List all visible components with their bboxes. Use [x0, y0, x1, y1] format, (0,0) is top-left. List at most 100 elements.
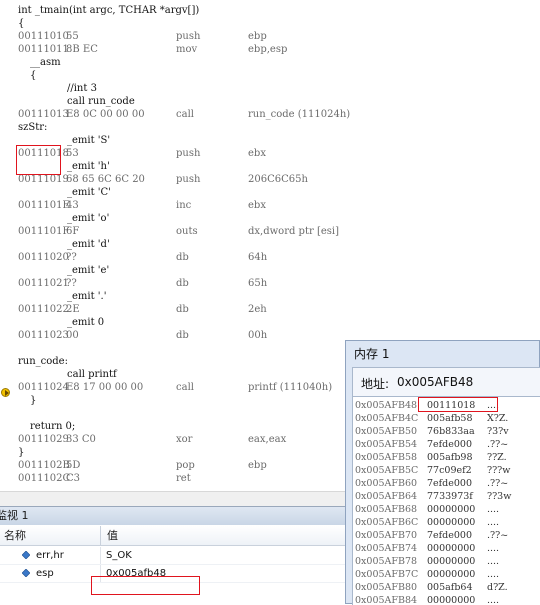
source-text: _emit 0: [67, 317, 105, 328]
memory-row-ascii: ???w: [487, 465, 511, 476]
watch-row[interactable]: err,hr S_OK: [0, 547, 345, 565]
watch-variable-icon: [22, 569, 30, 577]
memory-row-address: 0x005AFB74: [355, 543, 418, 554]
instruction-bytes: 33 C0: [66, 434, 96, 445]
instruction-address: 0011102B: [18, 460, 70, 471]
source-text: int _tmain(int argc, TCHAR *argv[]): [18, 5, 200, 16]
memory-row-address: 0x005AFB54: [355, 439, 418, 450]
instruction-bytes: 55: [66, 31, 79, 42]
memory-row[interactable]: 0x005AFB64 7733973f ??3w: [353, 490, 540, 503]
disasm-instruction-line: 00111022 2E db 2eh: [0, 303, 540, 316]
instruction-operands: 65h: [248, 278, 268, 289]
memory-row-address: 0x005AFB64: [355, 491, 418, 502]
source-text: _emit 'C': [67, 187, 111, 198]
disasm-source-line: //int 3: [0, 82, 540, 95]
memory-row-value: 005afb58: [427, 413, 473, 424]
memory-row-address: 0x005AFB78: [355, 556, 418, 567]
disasm-source-line: szStr:: [0, 121, 540, 134]
watch-col-name[interactable]: 名称: [4, 526, 26, 545]
instruction-bytes: ??: [66, 278, 77, 289]
memory-row[interactable]: 0x005AFB7C 00000000....: [353, 568, 540, 581]
memory-row-address: 0x005AFB7C: [355, 569, 419, 580]
memory-row[interactable]: 0x005AFB5C 77c09ef2 ???w: [353, 464, 540, 477]
source-text: {: [18, 18, 25, 29]
column-divider[interactable]: [100, 526, 101, 545]
memory-row[interactable]: 0x005AFB50 76b833aa ?3?v: [353, 425, 540, 438]
source-text: }: [18, 447, 25, 458]
disasm-source-line: _emit 'S': [0, 134, 540, 147]
memory-address-input[interactable]: 0x005AFB48: [397, 375, 473, 389]
instruction-mnemonic: db: [176, 278, 189, 289]
instruction-mnemonic: db: [176, 330, 189, 341]
memory-title[interactable]: 内存 1: [354, 345, 389, 362]
watch-column-header: 名称 值: [0, 526, 345, 546]
source-text: call run_code: [67, 96, 135, 107]
watch-title-bar[interactable]: 监视 1: [0, 507, 345, 525]
memory-row-value: 00000000: [427, 504, 476, 515]
disasm-instruction-line: 00111018 53 push ebx: [0, 147, 540, 160]
instruction-address: 0011101E: [18, 200, 70, 211]
memory-row-ascii: ....: [487, 595, 500, 605]
instruction-mnemonic: inc: [176, 200, 192, 211]
memory-row-value: 77c09ef2: [427, 465, 472, 476]
memory-row[interactable]: 0x005AFB74 00000000....: [353, 542, 540, 555]
instruction-operands: ebp,esp: [248, 44, 288, 55]
memory-row[interactable]: 0x005AFB80 005afb64 d?Z.: [353, 581, 540, 594]
instruction-operands: 206C6C65h: [248, 174, 308, 185]
disasm-instruction-line: 00111013 E8 0C 00 00 00 call run_code (1110…: [0, 108, 540, 121]
instruction-mnemonic: call: [176, 109, 194, 120]
source-text: {: [30, 70, 37, 81]
watch-col-value[interactable]: 值: [107, 526, 118, 545]
highlight-box-esp-value: [91, 576, 200, 595]
instruction-mnemonic: push: [176, 148, 201, 159]
current-instruction-breakpoint-icon[interactable]: [1, 388, 10, 397]
disasm-instruction-line: 00111020?? db 64h: [0, 251, 540, 264]
memory-row[interactable]: 0x005AFB58 005afb98 ??Z.: [353, 451, 540, 464]
memory-row-address: 0x005AFB58: [355, 452, 418, 463]
instruction-operands: 00h: [248, 330, 268, 341]
memory-row[interactable]: 0x005AFB4C 005afb58 X?Z.: [353, 412, 540, 425]
disasm-source-line: _emit 'C': [0, 186, 540, 199]
memory-row[interactable]: 0x005AFB60 7efde000 .??~: [353, 477, 540, 490]
instruction-bytes: C3: [66, 473, 81, 484]
highlight-box-address: [16, 145, 61, 175]
memory-row[interactable]: 0x005AFB70 7efde000 .??~: [353, 529, 540, 542]
instruction-operands: 64h: [248, 252, 268, 263]
instruction-operands: ebp: [248, 31, 267, 42]
memory-row-value: 7efde000: [427, 439, 473, 450]
memory-row-ascii: ....: [487, 517, 500, 528]
memory-row-ascii: ....: [487, 543, 500, 554]
instruction-address: 0011102C: [18, 473, 71, 484]
disasm-source-line: _emit 0: [0, 316, 540, 329]
instruction-address: 00111020: [18, 252, 69, 263]
memory-row-value: 005afb64: [427, 582, 473, 593]
watch-row-value[interactable]: S_OK: [106, 547, 132, 564]
memory-row[interactable]: 0x005AFB6C 00000000....: [353, 516, 540, 529]
instruction-bytes: 68 65 6C 6C 20: [66, 174, 145, 185]
disassembly-horizontal-scrollbar[interactable]: [0, 491, 345, 506]
instruction-mnemonic: ret: [176, 473, 191, 484]
watch-variable-icon: [22, 551, 30, 559]
disasm-source-line: {: [0, 17, 540, 30]
instruction-address: 00111021: [18, 278, 69, 289]
source-text: _emit '.': [67, 291, 107, 302]
disasm-instruction-line: 0011101E 43 inc ebx: [0, 199, 540, 212]
source-text: //int 3: [67, 83, 97, 94]
memory-grid[interactable]: 0x005AFB48 00111018.... 0x005AFB4C 005afb58…: [352, 397, 540, 605]
memory-row[interactable]: 0x005AFB84 00000000....: [353, 594, 540, 605]
instruction-operands: run_code (111024h): [248, 109, 351, 120]
memory-row-value: 00000000: [427, 543, 476, 554]
disasm-source-line: _emit 'h': [0, 160, 540, 173]
disasm-source-line: {: [0, 69, 540, 82]
memory-row[interactable]: 0x005AFB78 00000000....: [353, 555, 540, 568]
source-text: _emit 'h': [67, 161, 110, 172]
memory-row-value: 00000000: [427, 517, 476, 528]
instruction-mnemonic: pop: [176, 460, 195, 471]
source-text: _emit 'd': [67, 239, 110, 250]
instruction-address: 00111022: [18, 304, 69, 315]
disasm-source-line: _emit 'o': [0, 212, 540, 225]
disasm-instruction-line: 00111010 55 push ebp: [0, 30, 540, 43]
memory-address-bar: 地址: 0x005AFB48: [352, 367, 540, 397]
memory-row[interactable]: 0x005AFB54 7efde000 .??~: [353, 438, 540, 451]
memory-row[interactable]: 0x005AFB68 00000000....: [353, 503, 540, 516]
